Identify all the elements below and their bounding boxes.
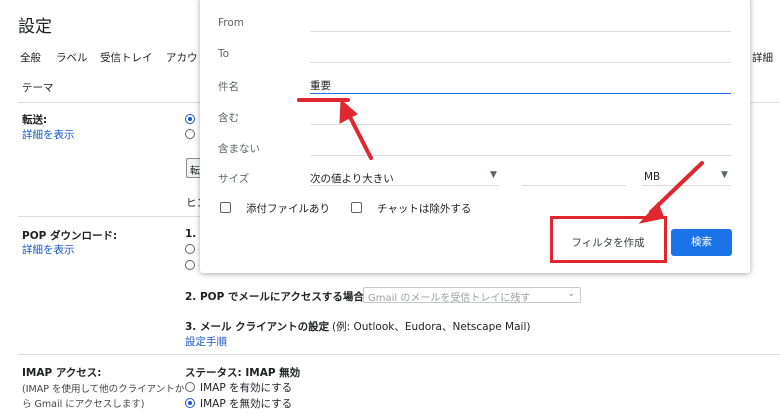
pop-step3-label: 3. メール クライアントの設定: [185, 321, 330, 333]
forwarding-radio-2[interactable]: [185, 129, 195, 139]
imap-status: ステータス: IMAP 無効: [185, 367, 301, 379]
add-forwarding-button[interactable]: 転: [186, 158, 200, 178]
to-input[interactable]: [310, 62, 731, 63]
imap-enable-radio[interactable]: [185, 382, 195, 392]
annotation-highlight-box: [550, 216, 667, 263]
size-operator-underline: [310, 185, 499, 186]
exclude-chats-label: チャットは除外する: [377, 203, 472, 215]
not-words-label: 含まない: [218, 143, 260, 155]
subject-input-underline: [310, 93, 731, 94]
pop-label: POP ダウンロード:: [22, 230, 118, 242]
size-operator-select[interactable]: 次の値より大きい: [310, 171, 394, 186]
pop-radio-1[interactable]: [185, 244, 195, 254]
subject-label: 件名: [218, 81, 239, 93]
from-label: From: [218, 17, 245, 29]
has-attachment-label: 添付ファイルあり: [246, 203, 330, 215]
size-label: サイズ: [218, 173, 250, 185]
forwarding-radio-1[interactable]: [185, 114, 195, 124]
has-words-label: 含む: [218, 112, 239, 124]
from-input[interactable]: [310, 31, 731, 32]
pop-action-select[interactable]: Gmail のメールを受信トレイに残す ⌄: [363, 287, 581, 304]
tab-labels[interactable]: ラベル: [56, 50, 88, 65]
pop-step3-example: (例: Outlook、Eudora、Netscape Mail): [332, 321, 531, 333]
imap-disable-label: IMAP を無効にする: [200, 398, 293, 410]
exclude-chats-checkbox[interactable]: [351, 202, 362, 213]
pop-setup-link[interactable]: 設定手順: [185, 334, 227, 349]
tab-themes[interactable]: テーマ: [22, 80, 54, 95]
imap-label: IMAP アクセス:: [22, 367, 102, 379]
filter-dialog: From To 件名 重要 含む 含まない サイズ 次の値より大きい ▼ MB …: [200, 0, 750, 273]
tab-general[interactable]: 全般: [20, 50, 41, 65]
annotation-underline: [297, 98, 350, 102]
imap-description-1: (IMAP を使用して他のクライアントか: [22, 384, 185, 395]
has-attachment-checkbox[interactable]: [220, 202, 231, 213]
pop-details-link[interactable]: 詳細を表示: [22, 242, 75, 257]
size-unit-caret-icon: ▼: [721, 170, 728, 180]
not-words-input[interactable]: [310, 155, 731, 156]
tab-inbox[interactable]: 受信トレイ: [100, 50, 153, 65]
pop-radio-2[interactable]: [185, 260, 195, 270]
forwarding-details-link[interactable]: 詳細を表示: [22, 127, 75, 142]
divider: [18, 354, 780, 355]
size-unit-underline: [642, 185, 731, 186]
imap-enable-label: IMAP を有効にする: [200, 382, 293, 394]
tab-accounts[interactable]: アカウ: [166, 50, 198, 65]
size-value-input[interactable]: [522, 185, 626, 186]
has-words-input[interactable]: [310, 124, 731, 125]
imap-description-2: ら Gmail にアクセスします): [22, 399, 145, 410]
imap-disable-radio[interactable]: [185, 398, 195, 408]
forwarding-label: 転送:: [22, 114, 48, 126]
divider: [18, 216, 200, 217]
size-unit-select[interactable]: MB: [644, 171, 660, 183]
pop-step2-label: 2. POP でメールにアクセスする場合: [185, 291, 364, 303]
pop-step1: 1.: [185, 228, 197, 240]
search-button[interactable]: 検索: [671, 229, 732, 256]
to-label: To: [218, 48, 230, 60]
pop-action-value: Gmail のメールを受信トレイに残す: [368, 293, 531, 304]
chevron-down-icon: ⌄: [567, 289, 575, 299]
subject-input[interactable]: 重要: [310, 78, 331, 93]
page-title: 設定: [18, 17, 52, 37]
size-operator-caret-icon: ▼: [490, 170, 497, 180]
tab-advanced[interactable]: 詳細: [752, 50, 773, 65]
